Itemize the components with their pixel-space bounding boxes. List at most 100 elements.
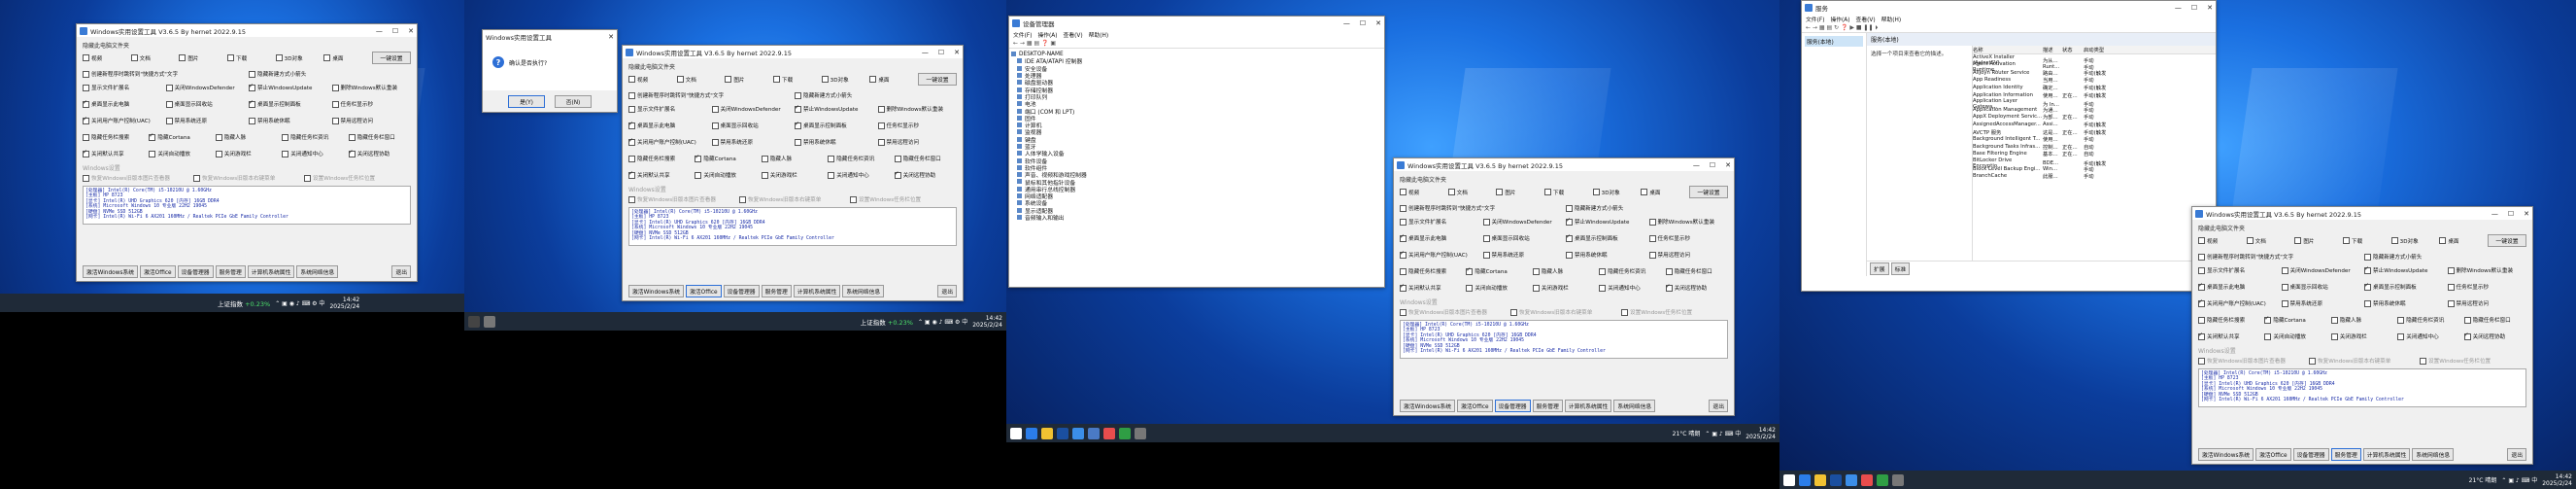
checkbox[interactable]: 关闭游戏栏 <box>215 150 278 157</box>
checkbox[interactable]: 关闭通知中心 <box>2397 332 2459 340</box>
menu-help[interactable]: 帮助(H) <box>1881 15 1901 23</box>
checkbox[interactable]: 文档 <box>130 52 176 64</box>
app-taskbar-icon[interactable] <box>1892 473 1904 486</box>
checkbox[interactable]: 关闭通知中心 <box>282 150 344 157</box>
table-row[interactable]: Application Management 为通... 手动 <box>1973 106 2216 114</box>
checkbox[interactable]: 创建新程序时跳转到"快捷方式"文字 <box>2198 253 2360 261</box>
checkbox[interactable]: 禁用远程访问 <box>2447 299 2527 307</box>
maximize-icon[interactable]: ☐ <box>1360 19 1366 27</box>
tray-icons[interactable]: ⌃ ▣ ♪ ⌨ 中 <box>2501 475 2537 484</box>
checkbox[interactable]: 显示文件扩展名 <box>1400 218 1479 226</box>
table-row[interactable]: Application Layer Gatewa... 为 In... 手动 <box>1973 98 2216 110</box>
checkbox[interactable]: 禁止WindowsUpdate <box>1566 218 1645 226</box>
tray-icons[interactable]: ⌃ ▣ ◉ ♪ ⌨ ⚙ 中 <box>918 317 967 326</box>
tab-standard[interactable]: 标准 <box>1890 262 1911 275</box>
checkbox[interactable]: 关闭游戏栏 <box>2330 332 2393 340</box>
checkbox[interactable]: 桌面 <box>869 73 914 86</box>
tab-device-manager[interactable]: 设备管理器 <box>1494 400 1531 412</box>
tree-item[interactable]: 音频输入和输出 <box>1009 214 1384 222</box>
tray-icons[interactable]: ⌃ ▣ ♪ ⌨ 中 <box>1705 429 1741 437</box>
close-icon[interactable]: ✕ <box>2207 4 2213 12</box>
checkbox[interactable]: 关闭通知中心 <box>828 171 890 179</box>
tab-services[interactable]: 服务管理 <box>2330 448 2361 461</box>
checkbox[interactable]: 关闭默认共享 <box>83 150 145 157</box>
confirm-button[interactable]: 一键设置 <box>1689 186 1728 198</box>
tree-item[interactable]: 网络适配器 <box>1009 192 1384 200</box>
tab-system-properties[interactable]: 计算机系统属性 <box>793 285 841 297</box>
table-row[interactable]: App Readiness 当用... 手动 <box>1973 76 2216 84</box>
checkbox[interactable]: 桌面显示此电脑 <box>628 122 708 129</box>
menu-view[interactable]: 查看(V) <box>1064 30 1083 39</box>
mail-icon[interactable] <box>1846 473 1857 486</box>
tab-services[interactable]: 服务管理 <box>1532 400 1563 412</box>
tab-activate-office[interactable]: 激活Office <box>1457 400 1493 412</box>
tree-item[interactable]: 安全设备 <box>1009 65 1384 73</box>
tab-activate-office[interactable]: 激活Office <box>686 285 722 297</box>
checkbox[interactable]: 禁用系统休眠 <box>2364 299 2444 307</box>
checkbox[interactable]: 3D对象 <box>275 52 321 64</box>
checkbox[interactable]: 删除Windows默认重装 <box>1648 218 1729 226</box>
checkbox[interactable]: 图片 <box>725 73 769 86</box>
tray-icons[interactable]: ⌃ ▣ ◉ ♪ ⌨ ⚙ 中 <box>275 298 324 307</box>
checkbox[interactable]: 禁用系统休眠 <box>249 117 328 124</box>
tab-services[interactable]: 服务管理 <box>215 265 246 278</box>
checkbox[interactable]: 关闭通知中心 <box>1599 284 1661 292</box>
table-row[interactable]: Agent Activation Runtime... Runt... 手动 <box>1973 61 2216 73</box>
table-row[interactable]: ActiveX Installer (AxInstSV) 为从... 手动 <box>1973 54 2216 66</box>
close-icon[interactable]: ✕ <box>954 49 960 56</box>
checkbox[interactable]: 视频 <box>2198 234 2243 247</box>
checkbox[interactable]: 视频 <box>83 52 127 64</box>
wechat-icon[interactable] <box>1877 473 1888 486</box>
tree-item[interactable]: 监视器 <box>1009 128 1384 136</box>
start-icon[interactable] <box>1010 427 1022 439</box>
tab-network-info[interactable]: 系统网络信息 <box>1613 400 1656 412</box>
table-row[interactable]: Application Identity 确定... 手动(触发 <box>1973 84 2216 91</box>
minimize-icon[interactable]: — <box>376 27 383 35</box>
checkbox[interactable]: 桌面显示控制面板 <box>1566 234 1645 242</box>
maximize-icon[interactable]: ☐ <box>392 27 398 35</box>
checkbox[interactable]: 隐藏Cortana <box>2264 316 2326 324</box>
clock[interactable]: 14:42 2025/2/24 <box>972 315 1002 329</box>
checkbox[interactable]: 禁用系统还原 <box>711 138 792 146</box>
checkbox[interactable]: 图片 <box>1496 186 1541 198</box>
minimize-icon[interactable]: — <box>2491 210 2498 218</box>
table-row[interactable]: AssignedAccessManager... Assi... 手动(触发 <box>1973 121 2216 128</box>
checkbox[interactable]: 创建新程序时跳转到"快捷方式"文字 <box>628 91 791 99</box>
start-icon[interactable] <box>1783 473 1795 486</box>
table-row[interactable]: Background Tasks Infras... 控制... 正在... 自动 <box>1973 143 2216 151</box>
checkbox[interactable]: 删除Windows默认重装 <box>2447 266 2527 274</box>
tab-system-properties[interactable]: 计算机系统属性 <box>2362 448 2411 461</box>
checkbox[interactable]: 桌面 <box>2439 234 2484 247</box>
confirm-button[interactable]: 一键设置 <box>372 52 411 64</box>
checkbox[interactable]: 桌面显示回收站 <box>711 122 792 129</box>
checkbox[interactable]: 图片 <box>2294 234 2339 247</box>
checkbox[interactable]: 图片 <box>179 52 223 64</box>
checkbox[interactable]: 隐藏Cortana <box>149 133 211 141</box>
table-row[interactable]: Background Intelligent T... 使用... 手动 <box>1973 135 2216 143</box>
tab-network-info[interactable]: 系统网络信息 <box>842 285 885 297</box>
tree-item[interactable]: 通用串行总线控制器 <box>1009 186 1384 193</box>
tab-activate-office[interactable]: 激活Office <box>2255 448 2291 461</box>
exit-button[interactable]: 退出 <box>391 265 411 278</box>
tab-network-info[interactable]: 系统网络信息 <box>296 265 339 278</box>
table-row[interactable]: AppX Deployment Servic... 为部... 正在... 手动 <box>1973 113 2216 121</box>
app-taskbar-icon[interactable] <box>468 315 480 328</box>
checkbox[interactable]: 桌面 <box>1641 186 1685 198</box>
checkbox[interactable]: 创建新程序时跳转到"快捷方式"文字 <box>1400 204 1562 212</box>
tab-device-manager[interactable]: 设备管理器 <box>2292 448 2329 461</box>
minimize-icon[interactable]: — <box>1693 161 1700 169</box>
table-row[interactable]: AllJoyn Router Service 路由... 手动(触发 <box>1973 69 2216 77</box>
checkbox[interactable]: 禁止WindowsUpdate <box>795 105 874 113</box>
checkbox[interactable]: 桌面显示回收站 <box>165 100 246 108</box>
checkbox[interactable]: 隐藏人脉 <box>2330 316 2393 324</box>
tab-system-properties[interactable]: 计算机系统属性 <box>247 265 295 278</box>
checkbox[interactable]: 隐藏任务栏搜索 <box>1400 267 1462 275</box>
tree-item[interactable]: 端口 (COM 和 LPT) <box>1009 107 1384 116</box>
checkbox[interactable]: 视频 <box>1400 186 1444 198</box>
checkbox[interactable]: 关闭远程协助 <box>894 171 957 179</box>
app-taskbar-icon[interactable] <box>1861 473 1873 486</box>
checkbox[interactable]: 删除Windows默认重装 <box>877 105 958 113</box>
tree-item[interactable]: 固件 <box>1009 115 1384 122</box>
stock-ticker[interactable]: 上证指数 +0.23% <box>861 317 913 327</box>
clock[interactable]: 14:42 2025/2/24 <box>329 297 359 310</box>
